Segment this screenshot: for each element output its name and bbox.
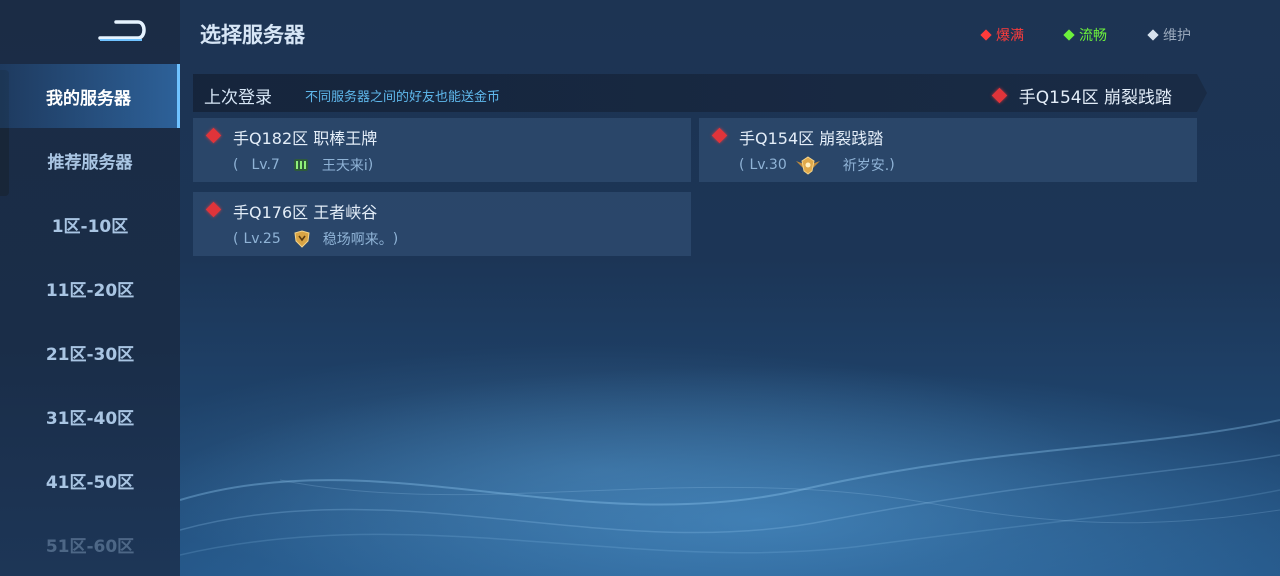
paren-close: ) [392,231,399,247]
server-card-154[interactable]: 手Q154区 崩裂践踏 ( Lv.30 祈岁安. ) [699,118,1197,182]
page-title: 选择服务器 [200,23,305,47]
sidebar-item-zone-11-20[interactable]: 11区-20区 [0,256,180,320]
status-full-icon [205,201,222,218]
rank-gold-wings-icon [795,156,820,175]
status-full-icon [991,87,1008,104]
last-login-bar-tip [1197,74,1207,112]
paren-close: ) [889,157,895,173]
sidebar-item-zone-1-10[interactable]: 1区-10区 [0,192,180,256]
status-full-icon [980,29,992,41]
status-maintenance-icon [1147,29,1159,41]
paren-open: ( [739,157,745,173]
sidebar-item-zone-21-30[interactable]: 21区-30区 [0,320,180,384]
server-name: 手Q182区 职棒王牌 [233,129,378,148]
sidebar-item-recommended[interactable]: 推荐服务器 [0,128,180,192]
last-login-server[interactable]: 手Q154区 崩裂践踏 [991,83,1172,108]
role-info: ( Lv.25 稳场啊来。 ) [233,229,398,249]
role-info: ( Lv.30 祈岁安. ) [739,155,895,175]
paren-open: ( [233,157,239,173]
rank-gold-shield-icon [294,230,310,248]
server-category-sidebar: 我的服务器 推荐服务器 1区-10区 11区-20区 21区-30区 31区-4… [0,0,180,576]
status-full-icon [205,127,222,144]
role-level: Lv.25 [243,231,281,247]
legend-full: 爆满 [980,25,1024,45]
back-arrow-icon [98,20,146,41]
role-player-name: 稳场啊来。 [322,232,393,248]
role-player-name: 祈岁安. [842,158,890,174]
legend-maintenance: 维护 [1147,25,1191,45]
sidebar-item-zone-31-40[interactable]: 31区-40区 [0,384,180,448]
server-name: 手Q176区 王者峡谷 [233,203,378,222]
server-name: 手Q154区 崩裂践踏 [739,129,884,148]
last-login-server-name: 手Q154区 崩裂践踏 [1018,88,1172,108]
role-info: ( Lv.7 王天来i ) [233,155,373,175]
paren-close: ) [367,157,374,173]
sidebar-item-zone-41-50[interactable]: 41区-50区 [0,448,180,512]
server-card-182[interactable]: 手Q182区 职棒王牌 ( Lv.7 王天来i ) [193,118,691,182]
legend-smooth-label: 流畅 [1079,28,1107,44]
rank-green-icon [293,159,308,171]
status-smooth-icon [1063,29,1075,41]
legend-full-label: 爆满 [996,28,1024,44]
status-full-icon [711,127,728,144]
sidebar-item-my-servers[interactable]: 我的服务器 [0,64,180,128]
last-login-hint: 不同服务器之间的好友也能送金币 [305,90,501,105]
role-player-name: 王天来i [321,158,368,174]
legend-maintenance-label: 维护 [1163,28,1191,44]
back-button[interactable] [96,16,150,46]
legend-smooth: 流畅 [1063,25,1107,45]
role-level: Lv.30 [749,157,787,173]
paren-open: ( [233,231,239,247]
wave-decoration [180,419,1280,556]
last-login-label: 上次登录 [204,88,272,108]
server-card-176[interactable]: 手Q176区 王者峡谷 ( Lv.25 稳场啊来。 ) [193,192,691,256]
sidebar-item-zone-51-60[interactable]: 51区-60区 [0,512,180,576]
role-level: Lv.7 [251,157,280,173]
